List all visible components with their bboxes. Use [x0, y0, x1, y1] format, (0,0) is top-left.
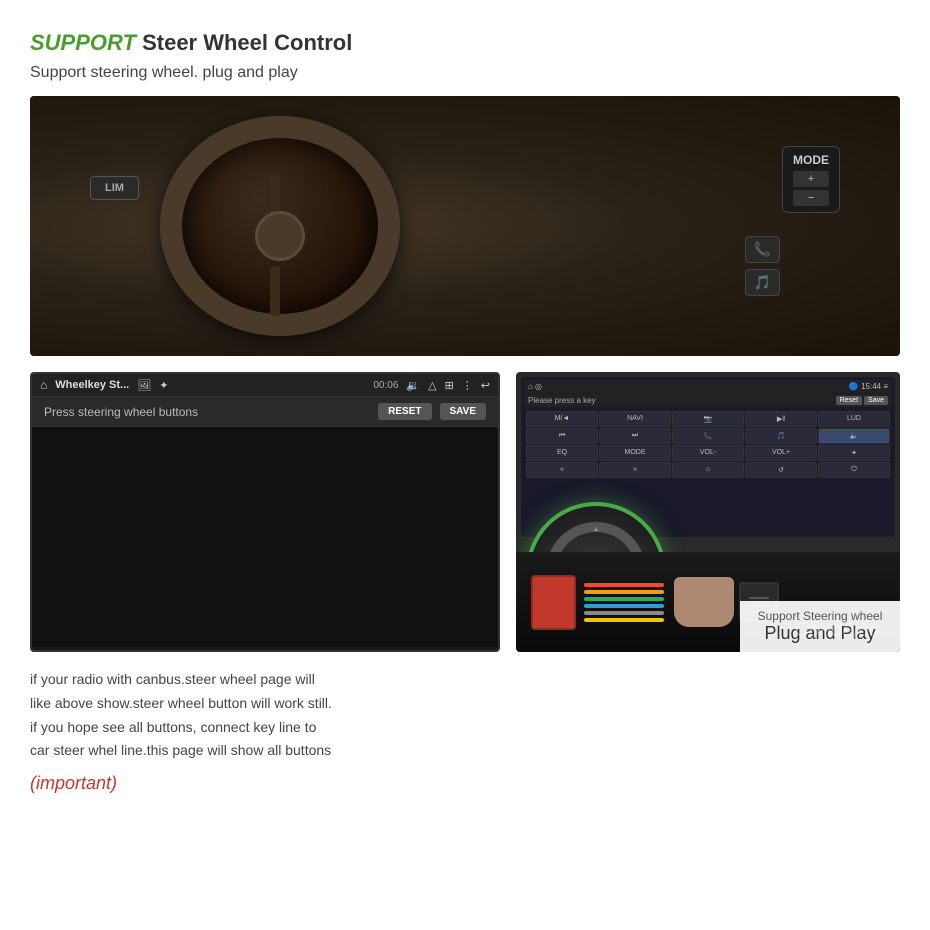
android-toolbar: Press steering wheel buttons RESET SAVE	[32, 397, 498, 427]
mini-time: 🔵 15:44 ≡	[849, 382, 888, 391]
title-support: SUPPORT	[30, 30, 136, 55]
audio-icon: 🔉	[406, 379, 420, 392]
mini-cell: MODE	[599, 445, 671, 461]
reset-button[interactable]: RESET	[378, 403, 431, 420]
screen-icon: ⊞	[445, 379, 454, 392]
page-title: SUPPORT Steer Wheel Control	[30, 30, 900, 56]
mini-cell: 🔈	[818, 428, 890, 444]
right-image-container: ⌂ ◎ 🔵 15:44 ≡ Please press a key Reset S…	[516, 372, 900, 652]
mini-home-icon: ⌂ ◎	[528, 382, 542, 391]
mini-cell: ▶‖	[745, 411, 817, 427]
mini-save-btn[interactable]: Save	[864, 396, 888, 405]
mini-cell: ⏮	[526, 428, 598, 444]
please-press: Please press a key	[528, 396, 596, 405]
bottom-section: ⌂ Wheelkey St... 🖼 ✦ 00:06 🔉 △ ⊞ ⋮ ↩ Pre…	[30, 372, 900, 652]
right-text-overlay: Support Steering wheel Plug and Play	[740, 601, 900, 652]
page-subtitle: Support steering wheel. plug and play	[30, 64, 900, 82]
mini-cell: «	[526, 462, 598, 478]
left-panel: ⌂ Wheelkey St... 🖼 ✦ 00:06 🔉 △ ⊞ ⋮ ↩ Pre…	[30, 372, 500, 652]
mini-cell: M/◄	[526, 411, 598, 427]
time-display: 00:06	[373, 380, 398, 391]
main-steering-image: LIM MODE + − 📞 🎵	[30, 96, 900, 356]
important-label: (important)	[30, 773, 900, 794]
menu-icon: ⋮	[462, 379, 473, 392]
mini-cell: LUD	[818, 411, 890, 427]
android-statusbar: ⌂ Wheelkey St... 🖼 ✦ 00:06 🔉 △ ⊞ ⋮ ↩	[32, 374, 498, 397]
mini-cell: »	[599, 462, 671, 478]
mini-cell: ⌂	[672, 462, 744, 478]
mini-cell: EQ	[526, 445, 598, 461]
prompt-text: Press steering wheel buttons	[44, 405, 198, 419]
page-header: SUPPORT Steer Wheel Control Support stee…	[30, 30, 900, 82]
mini-cell: VOL-	[672, 445, 744, 461]
mini-cell: NAVI	[599, 411, 671, 427]
triangle-icon: △	[428, 379, 436, 392]
mini-cell: ⏻	[818, 462, 890, 478]
plug-play-label: Plug and Play	[752, 623, 888, 644]
mini-cell: 📷	[672, 411, 744, 427]
android-content	[32, 427, 498, 647]
app-title: Wheelkey St...	[55, 379, 129, 391]
mini-reset-btn[interactable]: Reset	[836, 396, 862, 405]
mini-cell: ✦	[818, 445, 890, 461]
mini-cell: 🎵	[745, 428, 817, 444]
mini-cell: ⏭	[599, 428, 671, 444]
home-icon: ⌂	[40, 378, 47, 392]
back-icon: ↩	[481, 379, 490, 392]
title-normal: Steer Wheel Control	[142, 30, 352, 55]
android-screen: ⌂ Wheelkey St... 🖼 ✦ 00:06 🔉 △ ⊞ ⋮ ↩ Pre…	[30, 372, 500, 652]
mini-cell: VOL+	[745, 445, 817, 461]
mini-cell: ↺	[745, 462, 817, 478]
body-paragraph: if your radio with canbus.steer wheel pa…	[30, 668, 900, 763]
body-text-section: if your radio with canbus.steer wheel pa…	[30, 668, 900, 794]
mini-cell: 📞	[672, 428, 744, 444]
support-steering-label: Support Steering wheel	[752, 609, 888, 623]
save-button[interactable]: SAVE	[440, 403, 487, 420]
right-panel: ⌂ ◎ 🔵 15:44 ≡ Please press a key Reset S…	[516, 372, 900, 652]
bluetooth-icon: ✦	[159, 379, 168, 392]
photo-icon: 🖼	[137, 379, 151, 392]
